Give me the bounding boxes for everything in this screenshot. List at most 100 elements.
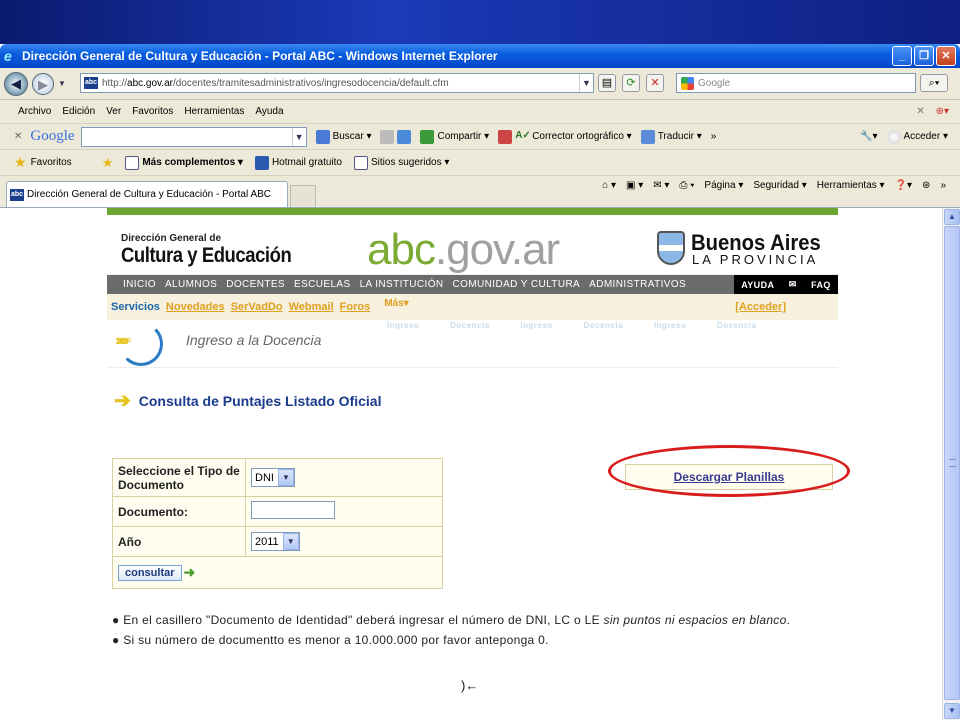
google-logo: Google [30,128,75,144]
stop-icon[interactable]: ✕ [646,74,664,92]
back-button[interactable]: ◀ [4,71,28,96]
url-path: /docentes/tramitesadministrativos/ingres… [172,77,449,89]
hotmail-label: Hotmail gratuito [271,157,342,168]
favorites-button[interactable]: Favoritos [31,157,72,168]
maximize-button[interactable]: ❐ [914,46,934,66]
add-favorite-icon[interactable]: ★ [102,155,114,171]
scroll-down-icon[interactable]: ▼ [944,703,960,719]
mas-complementos-link[interactable]: Más complementos ▾ [125,155,243,170]
user-icon [886,129,901,144]
translate-icon[interactable]: ⊕▾ [936,106,949,117]
consultar-arrow-icon: ➜ [183,564,196,580]
mail-icon[interactable]: ✉ ▾ [653,180,669,191]
more-chevron[interactable]: » [711,131,717,142]
ie-logo-icon: e [4,48,12,64]
highlight-icon [498,129,513,144]
consultar-button[interactable]: consultar ➜ [118,564,195,581]
print-icon[interactable]: ⎙ ▾ [679,180,694,191]
title-bar: e Dirección General de Cultura y Educaci… [0,44,960,68]
pagina-menu[interactable]: Página ▾ [704,180,743,191]
page-heading: ➔ Consulta de Puntajes Listado Oficial [114,388,381,413]
favorites-bar: ★ Favoritos ★ Más complementos ▾ Hotmail… [0,150,960,176]
minimize-button[interactable]: _ [892,46,912,66]
url-host: abc.gov.ar [127,77,173,89]
google-input-dropdown-icon[interactable]: ▼ [291,127,306,146]
menu-archivo[interactable]: Archivo [18,106,51,117]
search-icon [315,129,330,144]
page-icon [380,129,395,144]
toolbar-close-icon[interactable]: ✕ [14,131,22,142]
search-placeholder: Google [698,77,731,89]
forward-button[interactable]: ▶ [32,72,54,95]
spellcheck-label: Corrector ortográfico ▾ [532,131,632,142]
main-body: ➔ Consulta de Puntajes Listado Oficial S… [107,208,850,720]
documento-label: Documento: [112,496,246,527]
sitios-sugeridos-link[interactable]: Sitios sugeridos ▾ [353,155,449,170]
seguridad-menu[interactable]: Seguridad ▾ [753,180,806,191]
page-icons[interactable] [380,129,412,144]
anio-value: 2011 [255,535,279,548]
help-icon[interactable]: ❓▾ [895,180,912,191]
menubar-close-icon[interactable]: ✕ [916,106,924,117]
search-field[interactable]: Google [676,73,916,93]
history-dropdown-icon[interactable]: ▼ [58,79,66,88]
translate-icon [640,129,655,144]
anio-dropdown-icon: ▼ [282,533,299,550]
slide-background [0,0,960,46]
documento-input[interactable] [251,501,335,519]
mas-complementos-label: Más complementos ▾ [142,157,243,168]
buscar-button[interactable]: Buscar ▾ [315,129,371,144]
menu-bar: Archivo Edición Ver Favoritos Herramient… [0,100,960,124]
google-search-input[interactable]: ▼ [80,126,307,147]
compartir-button[interactable]: Compartir ▾ [420,129,489,144]
note-1-italic: sin puntos ni espacios en blanco [603,613,787,627]
research-icon[interactable]: ⊛ [922,180,930,191]
anio-select[interactable]: 2011 ▼ [251,532,300,551]
window-title: Dirección General de Cultura y Educación… [22,49,498,63]
vertical-scrollbar[interactable]: ▲ ▼ [942,208,960,720]
anio-label: Año [112,526,246,557]
feeds-icon[interactable]: ▣ ▾ [626,180,643,191]
url-dropdown-icon[interactable]: ▼ [579,74,593,92]
instructions: ● En el casillero "Documento de Identida… [112,612,812,652]
new-tab-button[interactable] [290,185,316,207]
menu-herramientas[interactable]: Herramientas [184,106,244,117]
scroll-up-icon[interactable]: ▲ [944,209,960,225]
consulta-form: Seleccione el Tipo de Documento DNI ▼ Doc… [112,458,443,589]
tab-portal-abc[interactable]: abc Dirección General de Cultura y Educa… [6,181,288,207]
tab-favicon-icon: abc [10,188,24,201]
ie-suggested-icon [353,155,368,170]
tipo-dropdown-icon: ▼ [277,469,294,486]
hotmail-link[interactable]: Hotmail gratuito [254,155,342,170]
url-prefix: http:// [102,77,128,89]
traducir-button[interactable]: Traducir ▾ [640,129,702,144]
page-content: Dirección General de Cultura y Educación… [0,208,942,720]
wrench-icon[interactable]: 🔧▾ [860,131,877,142]
tipo-value: DNI [255,471,274,484]
acceder-button[interactable]: Acceder ▾ [886,129,948,144]
menu-edicion[interactable]: Edición [62,106,95,117]
spellcheck-button[interactable]: A✓ Corrector ortográfico ▾ [498,129,632,144]
note-1: ● En el casillero "Documento de Identida… [112,613,791,627]
herramientas-menu[interactable]: Herramientas ▾ [817,180,885,191]
scroll-thumb[interactable] [944,226,960,700]
refresh-icon[interactable]: ⟳ [622,74,640,92]
menu-favoritos[interactable]: Favoritos [132,106,173,117]
highlight-oval [608,445,850,497]
tab-title: Dirección General de Cultura y Educación… [27,189,272,200]
home-icon[interactable]: ⌂ ▾ [602,180,616,191]
puzzle-icon [397,129,412,144]
tab-bar: abc Dirección General de Cultura y Educa… [0,176,960,208]
compatibility-icon[interactable]: ▤ [598,74,616,92]
close-button[interactable]: ✕ [936,46,956,66]
menu-ayuda[interactable]: Ayuda [255,106,283,117]
acceder-label: Acceder ▾ [903,131,948,142]
commandbar-more-chevron[interactable]: » [940,180,946,191]
google-icon [681,76,694,90]
menu-ver[interactable]: Ver [106,106,121,117]
tipo-documento-select[interactable]: DNI ▼ [251,468,295,487]
note-2: ● Si su número de documentto es menor a … [112,633,549,647]
url-field[interactable]: abc http://abc.gov.ar/docentes/tramitesa… [80,73,594,93]
search-button-icon[interactable]: ⌕▾ [920,74,948,92]
hotmail-icon [254,155,269,170]
